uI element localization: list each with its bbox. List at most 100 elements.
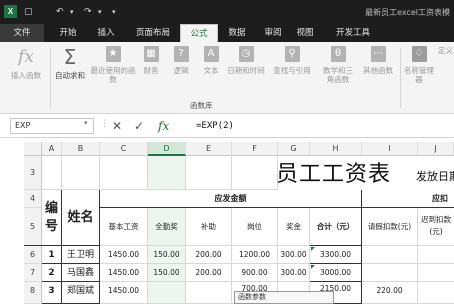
cell-e3[interactable]	[186, 156, 232, 190]
ribbon-formulas: fx 插入函数 Σ 自动求和 ★ 最近使用的函数 ▦ 财务 ? 逻辑 A 文本 …	[0, 42, 454, 114]
column-header-a[interactable]: A	[42, 142, 62, 156]
header-basic-salary[interactable]: 基本工资	[100, 208, 148, 246]
define-name-label: 定义	[438, 46, 453, 55]
row-header-7[interactable]: 7	[24, 264, 42, 282]
tab-data[interactable]: 数据	[220, 24, 254, 42]
ribbon-tabs: 文件 开始 插入 页面布局 公式 数据 审阅 视图 开发工具	[0, 24, 454, 42]
name-manager-button[interactable]: ♢ 名称管理器	[402, 46, 436, 98]
employee-3-name[interactable]: 郑国斌	[62, 282, 100, 304]
employee-2-late[interactable]	[418, 264, 454, 282]
column-header-g[interactable]: G	[278, 142, 310, 156]
function-arguments-dialog-title[interactable]: 函数参数	[234, 291, 334, 304]
cell-d3[interactable]	[148, 156, 186, 190]
column-header-c[interactable]: C	[100, 142, 148, 156]
column-header-f[interactable]: F	[232, 142, 278, 156]
cell-f3[interactable]	[232, 156, 278, 190]
row-header-8[interactable]: 8	[24, 282, 42, 304]
employee-2-subsidy[interactable]: 200.00	[186, 264, 232, 282]
column-header-b[interactable]: B	[62, 142, 100, 156]
undo-icon[interactable]: ↶	[56, 6, 64, 18]
column-header-d[interactable]: D	[148, 142, 186, 156]
cancel-icon[interactable]: ✕	[112, 117, 122, 135]
math-trig-label: 数学和三角函数	[323, 66, 353, 84]
employee-1-number[interactable]: 1	[42, 246, 62, 264]
save-icon[interactable]: ▢	[24, 6, 33, 18]
employee-1-post[interactable]: 1200.00	[232, 246, 278, 264]
enter-icon[interactable]: ✓	[134, 117, 144, 135]
employee-2-leave[interactable]	[362, 264, 418, 282]
employee-1-basic[interactable]: 1450.00	[100, 246, 148, 264]
insert-function-button[interactable]: fx 插入函数	[6, 46, 46, 98]
row-header-3[interactable]: 3	[24, 156, 42, 190]
financial-button[interactable]: ▦ 财务	[138, 46, 164, 98]
undo-dropdown-icon[interactable]: ▾	[70, 6, 74, 18]
tab-page-layout[interactable]: 页面布局	[130, 24, 176, 42]
cell-b3[interactable]	[62, 156, 100, 190]
employee-1-total[interactable]: 3300.00	[310, 246, 362, 264]
header-gross-pay[interactable]: 应发金额	[100, 190, 362, 208]
employee-2-basic[interactable]: 1450.00	[100, 264, 148, 282]
header-post[interactable]: 岗位	[232, 208, 278, 246]
header-total[interactable]: 合计（元）	[310, 208, 362, 246]
tab-home[interactable]: 开始	[50, 24, 86, 42]
employee-3-late[interactable]	[418, 282, 454, 304]
datetime-button[interactable]: ◷ 日期和时间	[226, 46, 266, 98]
header-attendance-bonus[interactable]: 全勤奖	[148, 208, 186, 246]
ribbon-separator	[400, 48, 401, 108]
header-deductions[interactable]: 应扣	[362, 190, 454, 208]
define-name-button[interactable]: 定义	[438, 46, 454, 98]
insert-function-icon[interactable]: fx	[158, 117, 169, 135]
cell-c3[interactable]	[100, 156, 148, 190]
employee-2-total[interactable]: 3000.00	[310, 264, 362, 282]
tab-review[interactable]: 审阅	[258, 24, 288, 42]
header-subsidy[interactable]: 补助	[186, 208, 232, 246]
math-trig-button[interactable]: θ 数学和三角函数	[320, 46, 356, 98]
tab-developer[interactable]: 开发工具	[328, 24, 378, 42]
name-box-dropdown-icon[interactable]: ▾	[84, 119, 88, 127]
employee-2-name[interactable]: 马国鑫	[62, 264, 100, 282]
column-header-h[interactable]: H	[310, 142, 362, 156]
select-all-corner[interactable]	[24, 142, 42, 156]
employee-3-attendance[interactable]	[148, 282, 186, 304]
column-header-j[interactable]: J	[418, 142, 454, 156]
tab-view[interactable]: 视图	[290, 24, 320, 42]
employee-3-subsidy[interactable]	[186, 282, 232, 304]
lookup-button[interactable]: ⚲ 查找与引用	[270, 46, 314, 98]
formula-input[interactable]: =EXP(2)	[196, 118, 234, 134]
employee-2-number[interactable]: 2	[42, 264, 62, 282]
header-leave-deduction[interactable]: 请假扣款(元)	[362, 208, 418, 246]
tab-file[interactable]: 文件	[0, 24, 44, 42]
employee-3-basic[interactable]: 1450.00	[100, 282, 148, 304]
tab-formulas[interactable]: 公式	[180, 24, 218, 42]
cell-a4-a5[interactable]: 编号	[42, 190, 62, 246]
employee-3-number[interactable]: 3	[42, 282, 62, 304]
column-header-e[interactable]: E	[186, 142, 232, 156]
logical-button[interactable]: ? 逻辑	[168, 46, 194, 98]
employee-1-leave[interactable]	[362, 246, 418, 264]
row-header-6[interactable]: 6	[24, 246, 42, 264]
name-box[interactable]: EXP	[10, 118, 94, 134]
header-late-deduction[interactable]: 迟到扣款(元)	[418, 208, 454, 246]
employee-1-subsidy[interactable]: 200.00	[186, 246, 232, 264]
autosum-button[interactable]: Σ 自动求和	[52, 46, 88, 98]
lookup-label: 查找与引用	[273, 66, 311, 75]
employee-1-attendance[interactable]: 150.00	[148, 246, 186, 264]
employee-3-leave[interactable]: 220.00	[362, 282, 418, 304]
employee-1-bonus[interactable]: 300.00	[278, 246, 310, 264]
employee-1-late[interactable]	[418, 246, 454, 264]
redo-icon[interactable]: ↷	[84, 6, 92, 18]
column-header-i[interactable]: I	[362, 142, 418, 156]
employee-2-post[interactable]: 900.00	[232, 264, 278, 282]
text-button[interactable]: A 文本	[198, 46, 224, 98]
header-name[interactable]: 姓名	[62, 190, 100, 246]
recent-functions-button[interactable]: ★ 最近使用的函数	[90, 46, 136, 98]
employee-1-name[interactable]: 王卫明	[62, 246, 100, 264]
header-bonus[interactable]: 奖金	[278, 208, 310, 246]
more-functions-button[interactable]: ⋯ 其他函数	[360, 46, 396, 98]
employee-2-attendance[interactable]: 150.00	[148, 264, 186, 282]
customize-qat-icon[interactable]: ▾	[112, 6, 116, 18]
cell-a3[interactable]	[42, 156, 62, 190]
tab-insert[interactable]: 插入	[88, 24, 124, 42]
redo-dropdown-icon[interactable]: ▾	[98, 6, 102, 18]
employee-2-bonus[interactable]: 300.00	[278, 264, 310, 282]
